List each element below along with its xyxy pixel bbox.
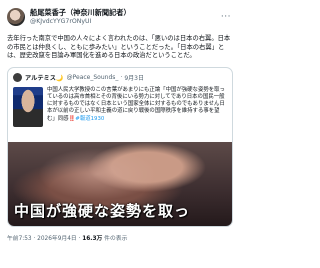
quote-avatar: [13, 73, 22, 83]
post-meta: 午前7:53 · 2026年9月4日 · 16.3万 件の表示: [7, 235, 128, 242]
video-person-blur: [38, 147, 158, 200]
quote-video-still[interactable]: 中国が強硬な姿勢を取っ: [8, 141, 232, 226]
post-date[interactable]: 2026年9月4日: [37, 236, 77, 242]
quoted-post[interactable]: アルテミス🌙 @Peace_Sounds_ · 9月3日 中国人民大学教授のこの…: [7, 66, 233, 227]
avatar[interactable]: [7, 8, 25, 26]
author-display-name[interactable]: 船尾菜香子（神奈川新聞記者）: [30, 8, 131, 17]
quote-author-handle: @Peace_Sounds_: [66, 74, 119, 82]
post-text: 去年行った南京で中国の人々によく言われたのは、「悪いのは日本の右翼。日本の市民と…: [7, 35, 231, 60]
post-time[interactable]: 午前7:53: [7, 236, 32, 242]
video-subtitle: 中国が強硬な姿勢を取っ: [14, 201, 191, 220]
quote-header: アルテミス🌙 @Peace_Sounds_ · 9月3日: [8, 68, 232, 84]
views-count: 16.3万: [82, 235, 103, 242]
author-names: 船尾菜香子（神奈川新聞記者） @KJvdcYYG7rONyUI: [30, 8, 131, 26]
quote-hashtag[interactable]: ‼️#報道1930: [69, 116, 105, 122]
more-options-icon[interactable]: ···: [221, 12, 233, 22]
quote-content: 中国人民大学教授のこの言葉があまりにも正論「中国が強硬な姿勢を取っているのは高市…: [8, 84, 232, 127]
quote-separator: ·: [120, 74, 123, 82]
quote-thumbnail-image: [13, 86, 43, 127]
post-header: 船尾菜香子（神奈川新聞記者） @KJvdcYYG7rONyUI ···: [7, 6, 233, 28]
quote-text: 中国人民大学教授のこの言葉があまりにも正論「中国が強硬な姿勢を取っているのは高市…: [47, 86, 225, 122]
author-handle[interactable]: @KJvdcYYG7rONyUI: [30, 17, 131, 26]
quote-author-name: アルテミス🌙: [25, 75, 64, 83]
quote-date: 9月3日: [124, 75, 144, 83]
post: 船尾菜香子（神奈川新聞記者） @KJvdcYYG7rONyUI ··· 去年行っ…: [0, 0, 240, 268]
views-label: 件の表示: [104, 235, 128, 242]
